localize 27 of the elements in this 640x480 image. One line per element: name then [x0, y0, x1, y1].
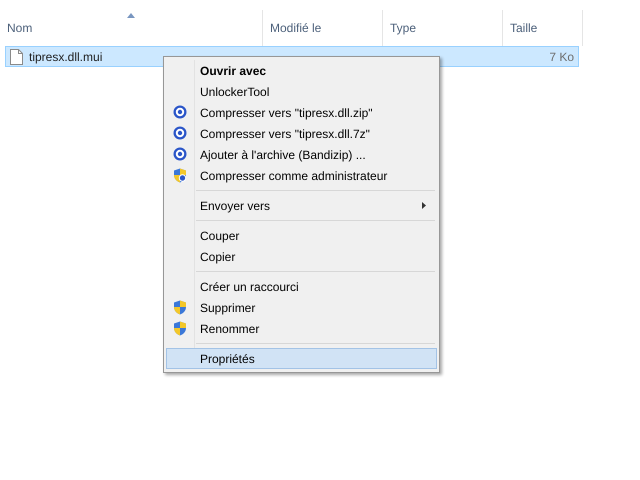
menu-item[interactable]: Compresser comme administrateur [166, 165, 437, 186]
archive-icon [173, 126, 187, 140]
menu-item[interactable]: Ajouter à l'archive (Bandizip) ... [166, 144, 437, 165]
menu-item[interactable]: Renommer [166, 318, 437, 339]
shield-icon [173, 168, 187, 183]
file-name: tipresx.dll.mui [29, 50, 102, 64]
menu-item[interactable]: Envoyer vers [166, 195, 437, 216]
file-size: 7 Ko [548, 50, 575, 64]
file-icon [10, 48, 23, 64]
menu-item[interactable]: Compresser vers "tipresx.dll.zip" [166, 102, 437, 123]
archive-icon [173, 147, 187, 161]
shield-icon [173, 300, 187, 315]
column-header[interactable]: Taille [510, 21, 538, 35]
column-header[interactable]: Type [390, 21, 416, 35]
menu-item[interactable]: Compresser vers "tipresx.dll.7z" [166, 123, 437, 144]
sort-arrow-icon [127, 13, 135, 18]
archive-icon [173, 105, 187, 119]
menu-item[interactable]: Supprimer [166, 297, 437, 318]
column-header[interactable]: Modifié le [270, 21, 322, 35]
menu-item[interactable]: Couper [166, 225, 437, 246]
shield-icon [173, 321, 187, 336]
column-header[interactable]: Nom [7, 21, 32, 35]
menu-item[interactable]: Propriétés [166, 348, 437, 369]
menu-item[interactable]: Copier [166, 246, 437, 267]
menu-item[interactable]: Créer un raccourci [166, 276, 437, 297]
menu-item[interactable]: UnlockerTool [166, 81, 437, 102]
menu-item[interactable]: Ouvrir avec [166, 60, 437, 81]
